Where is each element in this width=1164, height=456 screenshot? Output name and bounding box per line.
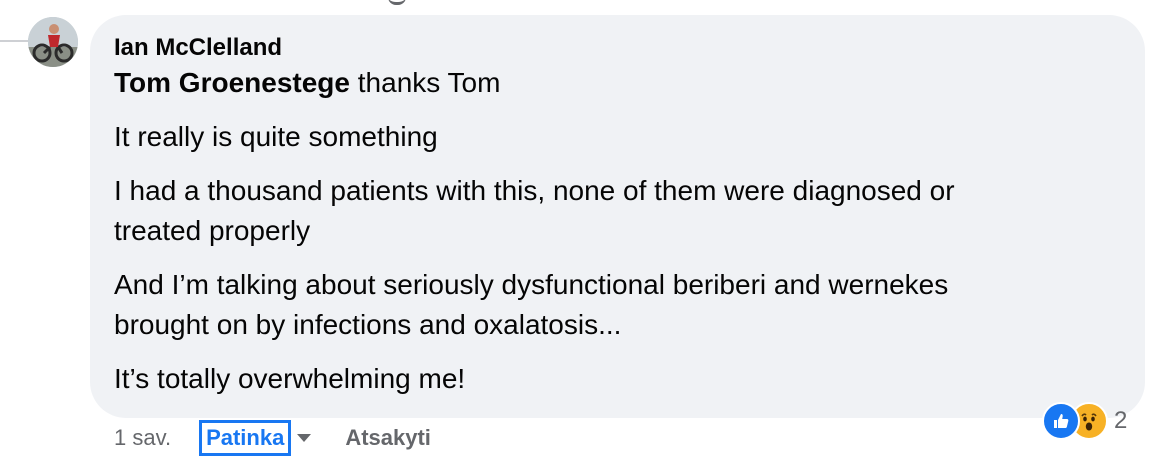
- comment-paragraph-3-line-1: And I’m talking about seriously dysfunct…: [114, 269, 949, 300]
- comment-paragraph-3: And I’m talking about seriously dysfunct…: [114, 265, 1121, 345]
- reply-button[interactable]: Atsakyti: [345, 425, 431, 451]
- reaction-count: 2: [1114, 407, 1128, 434]
- mention-link[interactable]: Tom Groenestege: [114, 67, 350, 98]
- comment-paragraph-2: I had a thousand patients with this, non…: [114, 171, 1121, 251]
- comment-paragraph-4: It’s totally overwhelming me!: [114, 363, 466, 394]
- comment-paragraph-3-line-2: brought on by infections and oxalatosis.…: [114, 309, 622, 340]
- like-icon: [1042, 402, 1080, 440]
- like-button[interactable]: Patinka: [199, 420, 292, 456]
- comment-paragraph-1: It really is quite something: [114, 121, 438, 152]
- comment-text-first: thanks Tom: [349, 67, 501, 98]
- comment-timestamp[interactable]: 1 sav.: [114, 425, 171, 451]
- chevron-down-icon[interactable]: [297, 434, 312, 442]
- previous-comment-fragment: [388, 0, 406, 5]
- comment-paragraph-2-line-1: I had a thousand patients with this, non…: [114, 175, 955, 206]
- comment-paragraph-2-line-2: treated properly: [114, 215, 311, 246]
- comment-first-line: Tom Groenestege thanks Tom: [114, 63, 1121, 103]
- comment-bubble: Ian McClelland Tom Groenestege thanks To…: [90, 15, 1145, 418]
- comment-actions: 1 sav. Patinka Atsakyti: [114, 420, 431, 456]
- avatar[interactable]: [28, 17, 78, 67]
- avatar-photo: [28, 17, 78, 67]
- thread-connector-line: [0, 40, 30, 42]
- comment-author[interactable]: Ian McClelland: [114, 33, 1121, 63]
- reactions-summary[interactable]: 2: [1042, 402, 1127, 440]
